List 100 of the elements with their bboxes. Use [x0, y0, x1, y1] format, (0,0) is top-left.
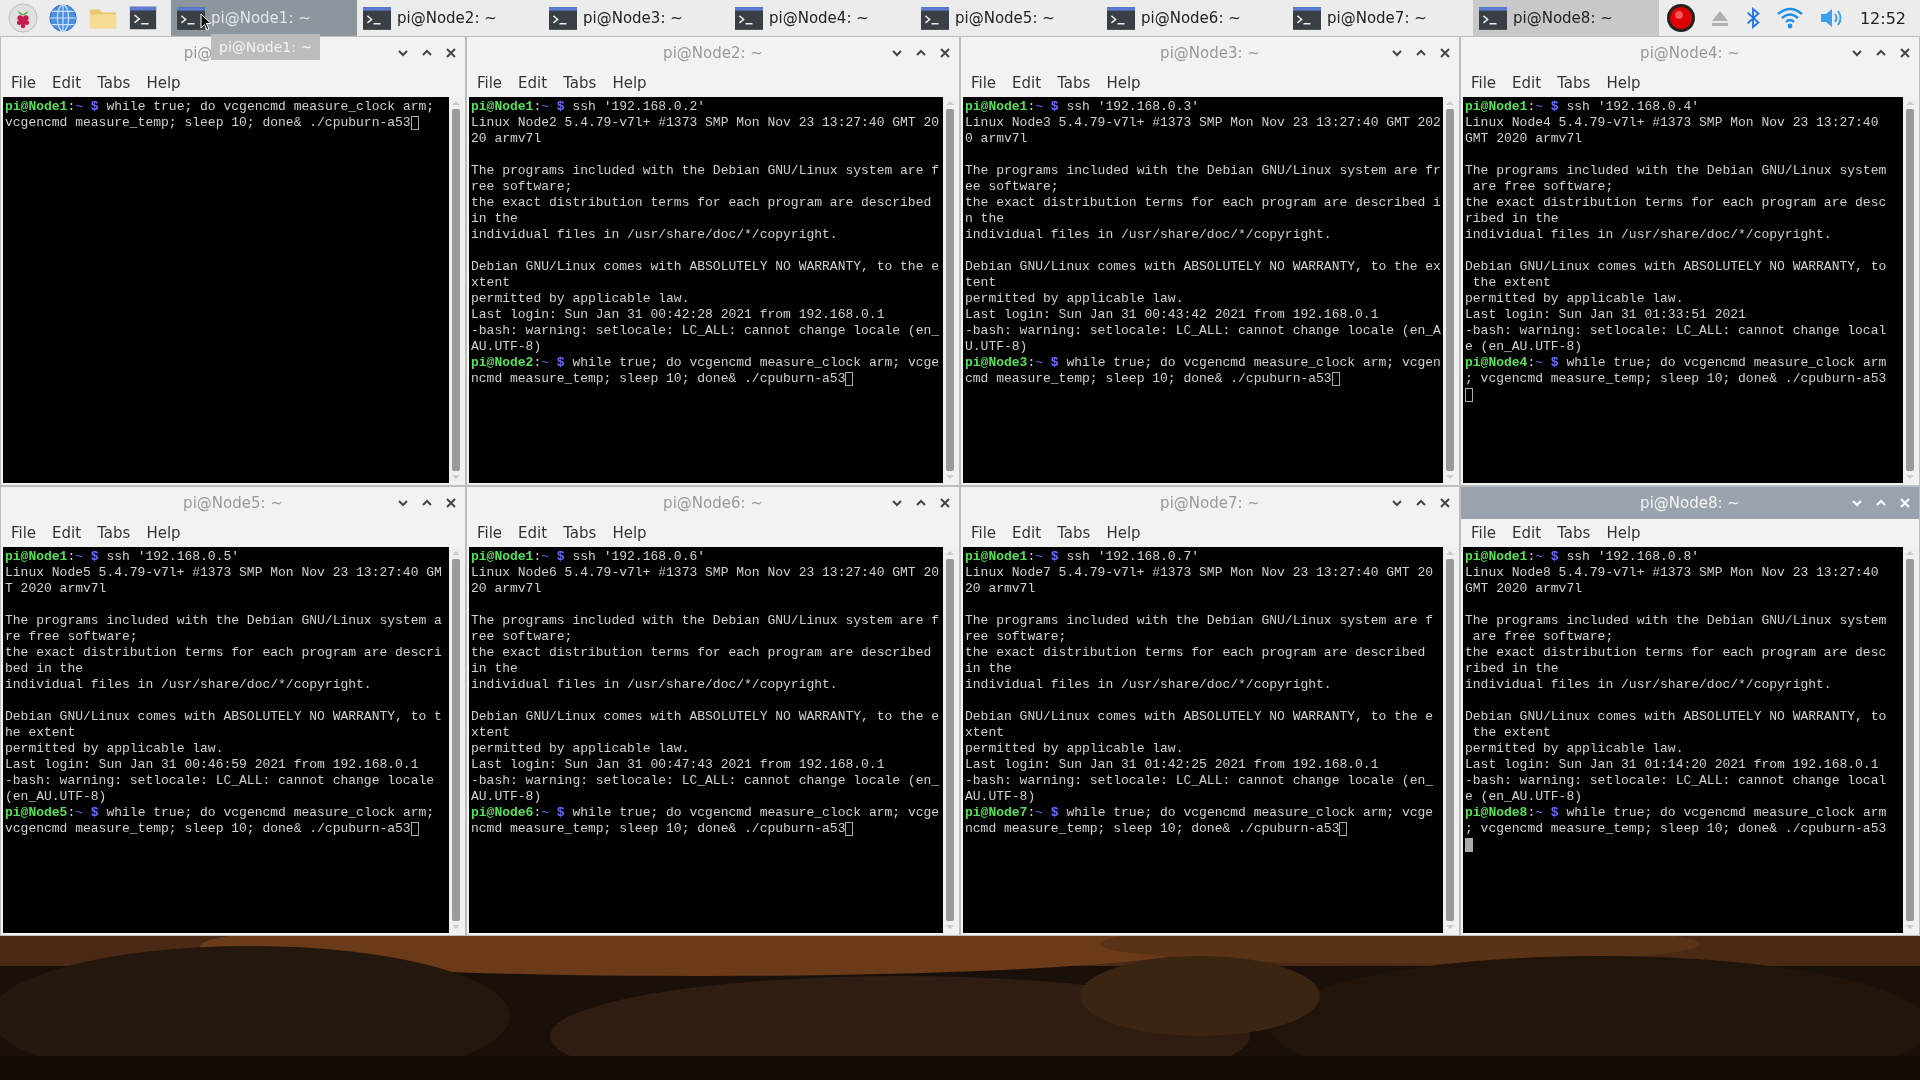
terminal-line: The programs included with the Debian GNU/Linux system	[1465, 613, 1887, 629]
terminal-line: The programs included with the Debian GNU/Linux system are f	[471, 613, 940, 629]
scroll-bar[interactable]	[1903, 547, 1917, 933]
close-icon[interactable]	[445, 497, 457, 509]
taskbar-button[interactable]: pi@Node7: ~	[1287, 0, 1473, 36]
menu-item[interactable]: File	[5, 74, 43, 92]
menu-item[interactable]: Help	[606, 74, 653, 92]
terminal-line: the exact distribution terms for each program are described	[471, 195, 932, 211]
window-title: pi@	[183, 44, 213, 62]
window-title: pi@Node2: ~	[663, 44, 763, 62]
taskbar-button[interactable]: pi@Node3: ~	[543, 0, 729, 36]
close-icon[interactable]	[1899, 47, 1911, 59]
terminal-line: Last login: Sun Jan 31 00:42:28 2021 from 192.168.0.1	[471, 307, 885, 323]
window-title: pi@Node3: ~	[1160, 44, 1260, 62]
terminal-line: Last login: Sun Jan 31 00:46:59 2021 from 192.168.0.1	[5, 757, 419, 773]
terminal-line: The programs included with the Debian GNU/Linux system are fr	[965, 163, 1441, 179]
terminal-line: the exact distribution terms for each program are described i	[965, 195, 1441, 211]
close-icon[interactable]	[1439, 497, 1451, 509]
menu-item[interactable]: Edit	[1506, 524, 1548, 542]
minimize-icon[interactable]	[891, 47, 903, 59]
menu-item[interactable]: Tabs	[1051, 524, 1097, 542]
menu-item[interactable]: File	[471, 524, 509, 542]
terminal-line: tent	[965, 275, 997, 291]
menu-item[interactable]: Help	[1100, 74, 1147, 92]
menu-item[interactable]: Edit	[512, 524, 554, 542]
wifi-icon[interactable]	[1775, 6, 1804, 30]
menu-item[interactable]: Tabs	[91, 524, 137, 542]
terminal-line: permitted by applicable law.	[471, 741, 690, 757]
terminal-line: ee software;	[965, 179, 1059, 195]
terminal-line: the exact distribution terms for each program are desc	[1465, 645, 1887, 661]
terminal-line: permitted by applicable law.	[1465, 741, 1684, 757]
globe-icon[interactable]	[48, 3, 78, 33]
terminal-line: pi@Node3:~ $ while true; do vcgencmd measure_clock arm; vcgen	[965, 355, 1441, 371]
scroll-bar[interactable]	[943, 97, 957, 483]
menu-item[interactable]: Tabs	[557, 74, 603, 92]
menu-item[interactable]: Tabs	[1551, 74, 1597, 92]
minimize-icon[interactable]	[1391, 497, 1403, 509]
terminal-line: individual files in /usr/share/doc/*/copyright.	[5, 677, 372, 693]
terminal-line: -bash: warning: setlocale: LC_ALL: cannot change local	[1465, 773, 1887, 789]
terminal-line: vcgencmd measure_temp; sleep 10; done& ./cpuburn-a53	[5, 821, 411, 837]
menu-item[interactable]: File	[471, 74, 509, 92]
record-icon[interactable]	[1665, 3, 1696, 33]
text-cursor	[1465, 388, 1473, 402]
minimize-icon[interactable]	[1851, 47, 1863, 59]
terminal-line: -bash: warning: setlocale: LC_ALL: cannot change locale	[5, 773, 435, 789]
menu-item[interactable]: File	[965, 524, 1003, 542]
minimize-icon[interactable]	[891, 497, 903, 509]
menu-item[interactable]: Edit	[1006, 74, 1048, 92]
menu-item[interactable]: Edit	[1506, 74, 1548, 92]
menu-item[interactable]: Tabs	[1051, 74, 1097, 92]
raspberry-icon[interactable]	[8, 3, 38, 33]
scroll-bar[interactable]	[1903, 97, 1917, 483]
menu-item[interactable]: Help	[1600, 74, 1647, 92]
close-icon[interactable]	[445, 47, 457, 59]
taskbar-button[interactable]: pi@Node4: ~	[729, 0, 915, 36]
menu-item[interactable]: Edit	[512, 74, 554, 92]
menu-item[interactable]: File	[1465, 74, 1503, 92]
terminal-line: the exact distribution terms for each program are described	[471, 645, 932, 661]
menu-item[interactable]: Help	[606, 524, 653, 542]
terminal-line: Linux Node5 5.4.79-v7l+ #1373 SMP Mon Nov 23 13:27:40 GM	[5, 565, 442, 581]
terminal-line: -bash: warning: setlocale: LC_ALL: cannot change locale (en_A	[965, 323, 1441, 339]
menu-item[interactable]: Help	[140, 524, 187, 542]
terminal-line: pi@Node1:~ $ ssh '192.168.0.5'	[5, 549, 241, 565]
menu-item[interactable]: File	[1465, 524, 1503, 542]
menu-item[interactable]: Edit	[46, 74, 88, 92]
terminal-line: 20 armv7l	[965, 581, 1036, 597]
menu-item[interactable]: Help	[1100, 524, 1147, 542]
close-icon[interactable]	[939, 47, 951, 59]
close-icon[interactable]	[939, 497, 951, 509]
minimize-icon[interactable]	[397, 497, 409, 509]
menu-item[interactable]: Tabs	[91, 74, 137, 92]
minimize-icon[interactable]	[397, 47, 409, 59]
taskbar-button[interactable]: pi@Node8: ~	[1473, 0, 1659, 36]
terminal-line: Last login: Sun Jan 31 00:43:42 2021 from 192.168.0.1	[965, 307, 1379, 323]
clock[interactable]: 12:52	[1859, 8, 1906, 28]
taskbar-button[interactable]: pi@Node2: ~	[357, 0, 543, 36]
scroll-bar[interactable]	[1443, 547, 1457, 933]
taskbar-button[interactable]: pi@Node5: ~	[915, 0, 1101, 36]
menu-item[interactable]: File	[5, 524, 43, 542]
terminal-line: the exact distribution terms for each program are described	[965, 645, 1426, 661]
taskbar-button[interactable]: pi@Node6: ~	[1101, 0, 1287, 36]
menu-item[interactable]: Help	[1600, 524, 1647, 542]
scroll-bar[interactable]	[1443, 97, 1457, 483]
terminal-line: pi@Node1:~ $ ssh '192.168.0.6'	[471, 549, 707, 565]
terminal-line: vcgencmd measure_temp; sleep 10; done& ./cpuburn-a53	[5, 115, 411, 131]
scroll-bar[interactable]	[449, 547, 463, 933]
scroll-bar[interactable]	[449, 97, 463, 483]
terminal-line: pi@Node1:~ $ ssh '192.168.0.3'	[965, 99, 1201, 115]
menu-item[interactable]: Edit	[1006, 524, 1048, 542]
terminal-line: in the	[471, 211, 518, 227]
menu-item[interactable]: Edit	[46, 524, 88, 542]
menu-item[interactable]: Tabs	[557, 524, 603, 542]
minimize-icon[interactable]	[1391, 47, 1403, 59]
menu-item[interactable]: Tabs	[1551, 524, 1597, 542]
menu-item[interactable]: Help	[140, 74, 187, 92]
menu-item[interactable]: File	[965, 74, 1003, 92]
scroll-bar[interactable]	[943, 547, 957, 933]
terminal-line: permitted by applicable law.	[965, 741, 1184, 757]
close-icon[interactable]	[1439, 47, 1451, 59]
terminal-line: Linux Node7 5.4.79-v7l+ #1373 SMP Mon Nov 23 13:27:40 GMT 20	[965, 565, 1434, 581]
